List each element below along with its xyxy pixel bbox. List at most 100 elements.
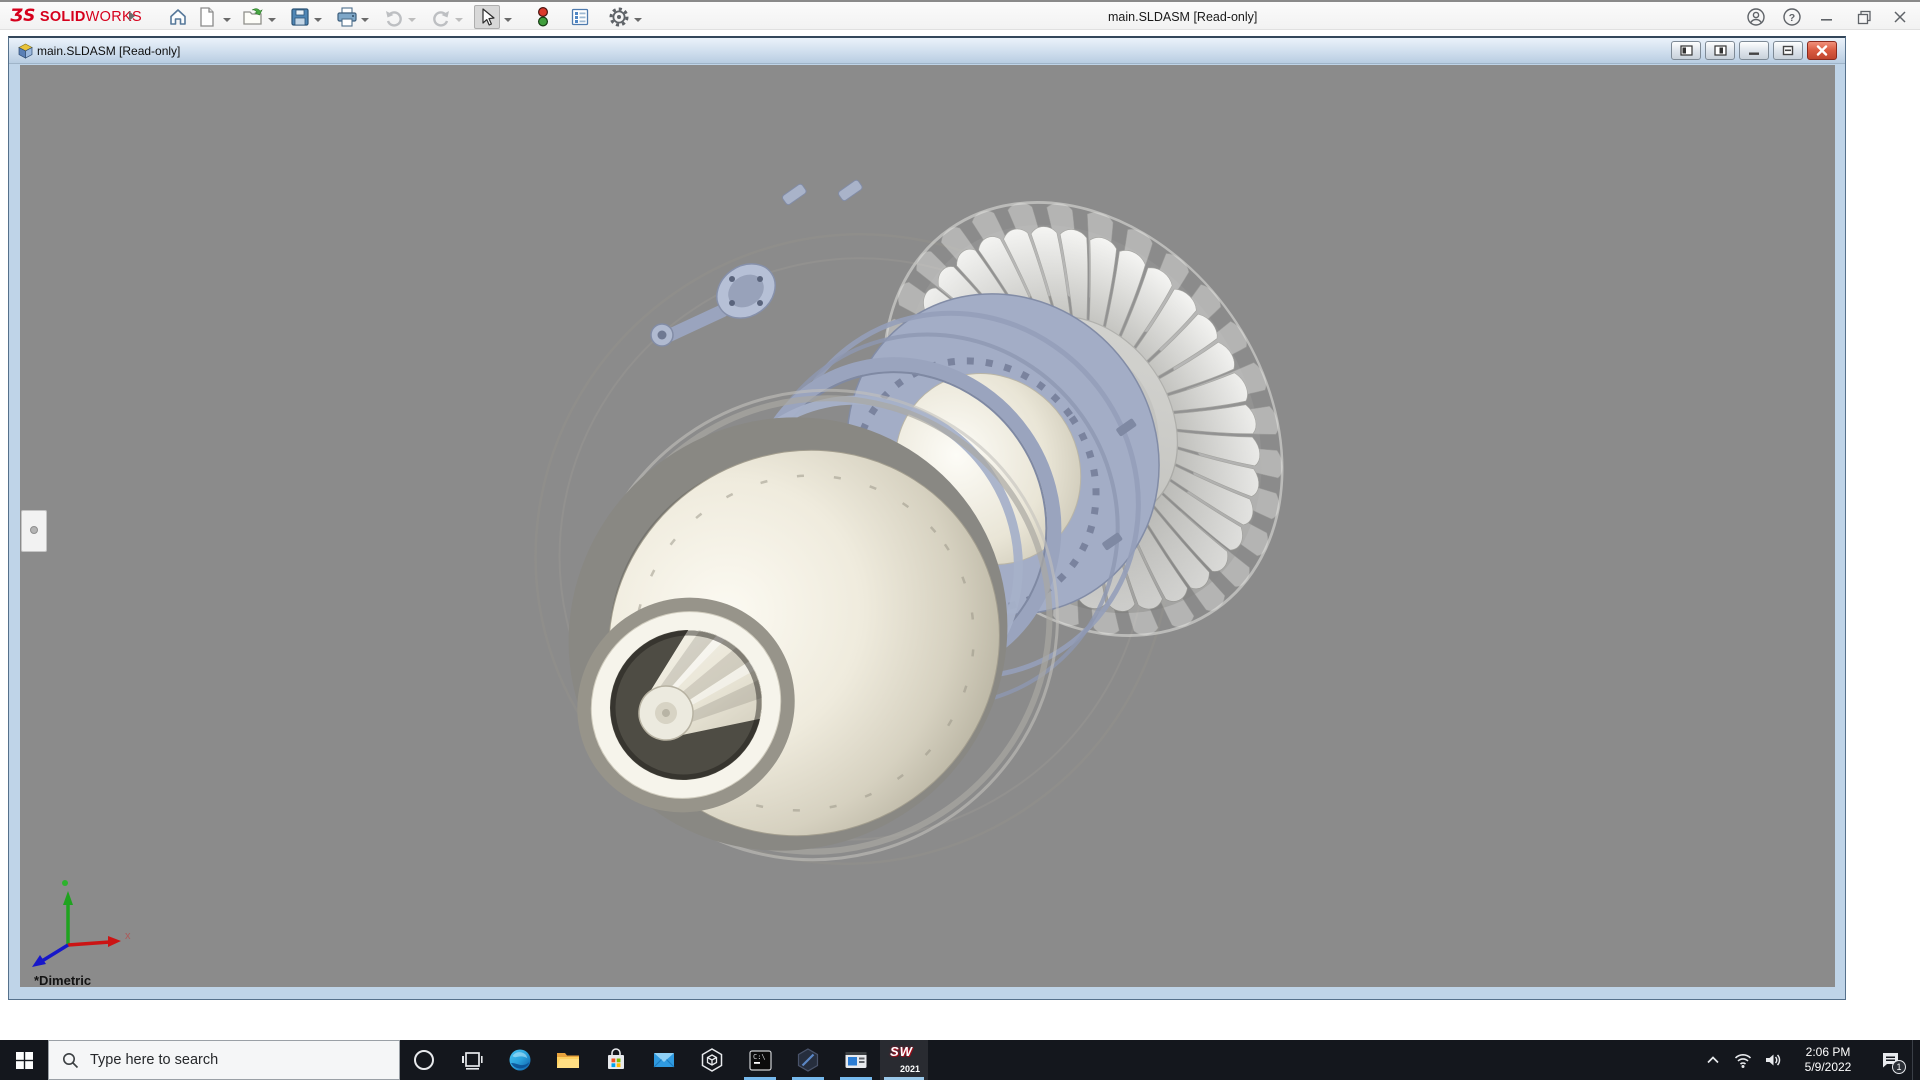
svg-text:?: ?	[1789, 12, 1795, 24]
mail-icon	[653, 1053, 675, 1068]
engine-model-render	[534, 179, 1284, 865]
print-button[interactable]	[334, 5, 360, 29]
edge-icon	[509, 1049, 531, 1071]
document-window: main.SLDASM [Read-only] x *Dimetric	[8, 36, 1846, 1000]
open-button[interactable]	[240, 5, 266, 29]
taskbar-solidworks[interactable]: SW 2021	[880, 1040, 928, 1080]
volume-icon	[1766, 1054, 1781, 1066]
tray-volume-button[interactable]	[1758, 1040, 1788, 1080]
options-button[interactable]	[606, 5, 632, 29]
close-icon	[1894, 11, 1906, 23]
assembly-document-icon	[18, 43, 33, 59]
3d-viewer-icon	[701, 1048, 723, 1072]
file-explorer-icon	[557, 1053, 579, 1068]
new-document-dropdown[interactable]	[222, 15, 232, 25]
undo-icon	[386, 11, 402, 27]
feature-tree-collapsed-tab[interactable]	[21, 510, 47, 552]
tray-network-button[interactable]	[1728, 1040, 1758, 1080]
taskbar-empty-area	[928, 1040, 1698, 1080]
print-icon	[337, 7, 357, 27]
panel-tab-dot-icon	[30, 526, 38, 534]
menu-expand-arrow-icon[interactable]	[129, 11, 135, 21]
restore-button[interactable]	[1850, 5, 1878, 29]
taskbar-edge[interactable]	[496, 1040, 544, 1080]
task-view-icon	[462, 1052, 483, 1070]
app-titlebar: ƷS SOLIDWORKS main.SLDASM [Read-only] ?	[0, 0, 1920, 30]
open-folder-icon	[243, 8, 263, 25]
search-placeholder: Type here to search	[90, 1052, 219, 1068]
close-button[interactable]	[1886, 5, 1914, 29]
pane-left-icon	[1679, 45, 1693, 56]
taskbar-search-input[interactable]: Type here to search	[48, 1040, 400, 1080]
save-dropdown[interactable]	[313, 15, 323, 25]
taskbar-task-view[interactable]	[448, 1040, 496, 1080]
document-titlebar[interactable]: main.SLDASM [Read-only]	[9, 38, 1845, 64]
hexagon-app-icon	[797, 1048, 819, 1072]
app-title: main.SLDASM [Read-only]	[1108, 10, 1258, 24]
tray-hidden-icons-button[interactable]	[1698, 1040, 1728, 1080]
rebuild-button[interactable]	[530, 5, 556, 29]
select-dropdown[interactable]	[503, 15, 513, 25]
taskbar-microsoft-store[interactable]	[592, 1040, 640, 1080]
system-app-icon	[845, 1052, 867, 1068]
taskbar-cortana[interactable]	[400, 1040, 448, 1080]
doc-minimize-button[interactable]	[1739, 41, 1769, 60]
taskbar-system-app[interactable]	[832, 1040, 880, 1080]
account-icon	[1747, 8, 1765, 26]
taskbar-file-explorer[interactable]	[544, 1040, 592, 1080]
traffic-light-icon	[537, 6, 549, 27]
taskbar-hexagon-app[interactable]	[784, 1040, 832, 1080]
home-button[interactable]	[165, 5, 191, 29]
doc-restore-icon	[1782, 45, 1794, 56]
undo-button[interactable]	[381, 5, 407, 29]
show-desktop-button[interactable]	[1912, 1040, 1920, 1080]
graphics-viewport[interactable]: x *Dimetric	[20, 65, 1835, 987]
doc-close-button[interactable]	[1807, 41, 1837, 60]
help-button[interactable]: ?	[1778, 5, 1806, 29]
doc-minimize-icon	[1749, 52, 1759, 55]
tray-time: 2:06 PM	[1805, 1045, 1851, 1059]
chevron-up-icon	[1707, 1056, 1719, 1064]
new-document-icon	[200, 7, 214, 27]
new-document-button[interactable]	[194, 5, 220, 29]
taskbar-command-prompt[interactable]: C:\	[736, 1040, 784, 1080]
print-dropdown[interactable]	[360, 15, 370, 25]
wifi-icon	[1734, 1054, 1752, 1068]
undo-dropdown[interactable]	[407, 15, 417, 25]
microsoft-store-icon	[608, 1048, 624, 1069]
pane-left-button[interactable]	[1671, 41, 1701, 60]
select-tool-button[interactable]	[474, 5, 500, 29]
redo-dropdown[interactable]	[454, 15, 464, 25]
taskbar: Type here to search C:\ SW 2021 2:06 PM …	[0, 1040, 1920, 1080]
solidworks-logo: ƷS SOLIDWORKS	[10, 6, 142, 26]
redo-icon	[433, 11, 449, 27]
minimize-icon	[1821, 19, 1832, 21]
save-floppy-icon	[291, 8, 309, 26]
solidworks-2021-icon: SW 2021	[889, 1044, 920, 1074]
pane-right-icon	[1713, 45, 1727, 56]
minimize-button[interactable]	[1813, 5, 1841, 29]
command-prompt-icon: C:\	[748, 1049, 772, 1071]
cortana-icon	[414, 1050, 434, 1070]
restore-icon	[1857, 10, 1871, 24]
start-button[interactable]	[0, 1040, 48, 1080]
account-button[interactable]	[1742, 5, 1770, 29]
save-button[interactable]	[287, 5, 313, 29]
home-icon	[170, 9, 186, 25]
pane-right-button[interactable]	[1705, 41, 1735, 60]
doc-restore-button[interactable]	[1773, 41, 1803, 60]
taskbar-3d-viewer[interactable]	[688, 1040, 736, 1080]
file-properties-button[interactable]	[567, 5, 593, 29]
options-dropdown[interactable]	[633, 15, 643, 25]
document-title: main.SLDASM [Read-only]	[37, 44, 181, 58]
svg-text:C:\: C:\	[753, 1053, 766, 1061]
tray-notification-button[interactable]: 1	[1868, 1040, 1912, 1080]
view-orientation-label: *Dimetric	[34, 973, 92, 987]
tray-clock[interactable]: 2:06 PM 5/9/2022	[1788, 1040, 1868, 1080]
windows-logo-icon	[15, 1051, 33, 1069]
open-dropdown[interactable]	[267, 15, 277, 25]
redo-button[interactable]	[428, 5, 454, 29]
taskbar-mail[interactable]	[640, 1040, 688, 1080]
notification-count-badge: 1	[1892, 1060, 1906, 1074]
triad-x-label: x	[125, 930, 131, 942]
